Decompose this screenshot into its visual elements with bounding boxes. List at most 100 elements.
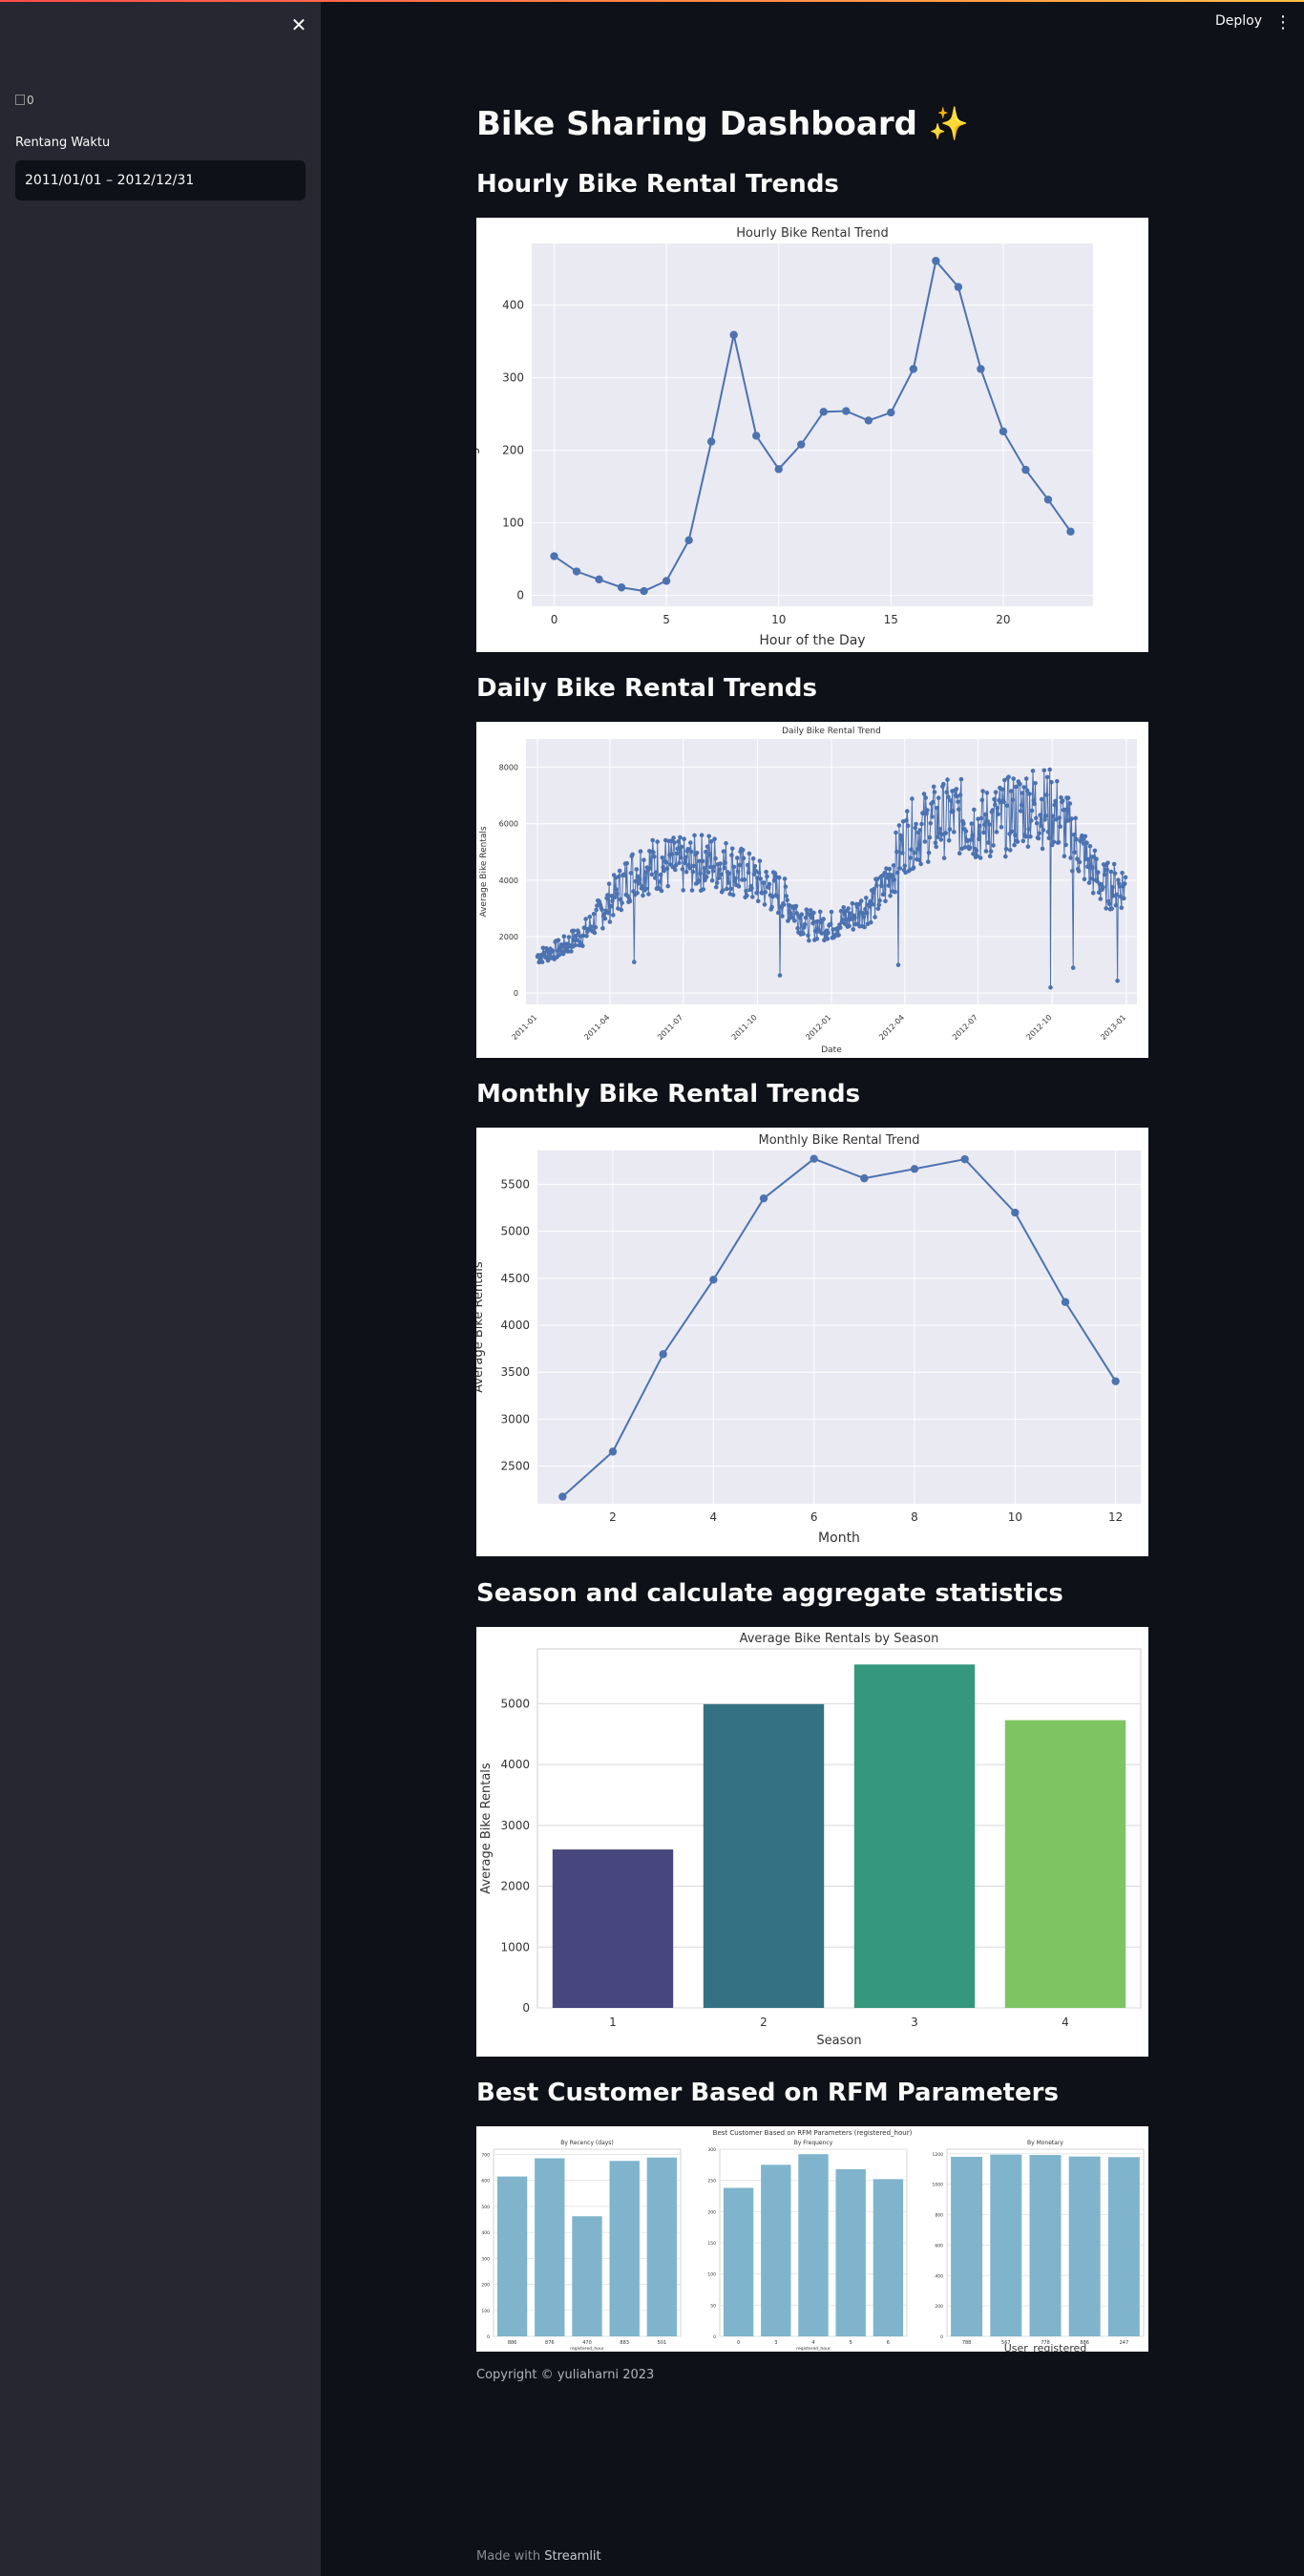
data-point — [713, 855, 718, 861]
data-point — [572, 567, 581, 576]
data-point — [719, 872, 724, 876]
y-tick-label: 4500 — [500, 1272, 530, 1285]
data-point — [767, 881, 772, 887]
data-point — [797, 440, 806, 449]
data-point — [658, 879, 663, 884]
data-point — [842, 407, 851, 415]
data-point — [814, 936, 820, 941]
data-point — [972, 807, 977, 813]
close-sidebar-button[interactable]: ✕ — [287, 13, 310, 36]
data-point — [610, 898, 615, 903]
data-point — [781, 902, 787, 907]
y-tick-label: 8000 — [499, 764, 518, 772]
data-point — [634, 867, 640, 872]
data-point — [923, 795, 928, 800]
data-point — [733, 876, 738, 881]
data-point — [1043, 813, 1048, 818]
data-point — [720, 888, 726, 893]
data-point — [742, 876, 747, 882]
streamlit-link[interactable]: Streamlit — [544, 2549, 600, 2564]
y-tick-label: 4000 — [500, 1319, 530, 1332]
y-tick-label: 400 — [935, 2273, 943, 2279]
data-point — [587, 915, 593, 919]
data-point — [784, 894, 789, 898]
data-point — [977, 836, 981, 842]
x-tick-label: 6 — [810, 1510, 818, 1524]
data-point — [894, 849, 899, 855]
data-point — [671, 835, 676, 840]
data-point — [684, 869, 689, 875]
data-point — [810, 1154, 818, 1163]
y-tick-label: 0 — [514, 989, 518, 998]
data-point — [1094, 856, 1099, 862]
x-tick-label: 3 — [911, 2016, 918, 2029]
data-point — [690, 869, 696, 875]
data-point — [1053, 798, 1058, 804]
data-point — [556, 938, 561, 942]
data-point — [756, 871, 762, 876]
data-point — [539, 960, 545, 964]
data-point — [986, 840, 991, 845]
data-point — [589, 924, 594, 929]
data-point — [1114, 892, 1119, 897]
data-point — [702, 866, 706, 871]
data-point — [687, 866, 692, 871]
data-point — [593, 925, 599, 930]
x-tick-label: 247 — [1120, 2340, 1129, 2346]
data-point — [683, 860, 687, 866]
data-point — [1119, 905, 1125, 910]
data-point — [661, 864, 665, 870]
data-point — [841, 905, 846, 910]
data-point — [1010, 797, 1016, 803]
deploy-button[interactable]: Deploy — [1208, 10, 1270, 32]
data-point — [1084, 840, 1089, 845]
hourly-chart: 0 100 200 300 400 0 5 10 15 20 Hourly Bike Rental … — [476, 226, 1093, 648]
data-point — [1068, 855, 1073, 860]
section-heading-season: Season and calculate aggregate statistic… — [476, 1579, 1063, 1608]
data-point — [1058, 824, 1062, 829]
data-point — [724, 840, 728, 846]
section-heading-hourly: Hourly Bike Rental Trends — [476, 170, 839, 199]
x-axis-label: User_registered — [1004, 2342, 1087, 2352]
data-point — [1104, 867, 1109, 873]
data-point — [1109, 906, 1114, 912]
data-point — [987, 822, 992, 827]
data-point — [752, 432, 761, 440]
y-tick-label: 2000 — [499, 933, 518, 941]
x-tick-label: 4 — [1062, 2016, 1069, 2029]
data-point — [894, 870, 900, 876]
data-point — [925, 808, 930, 813]
date-range-input[interactable]: 2011/01/01 – 2012/12/31 — [15, 160, 305, 201]
data-point — [740, 848, 746, 853]
data-point — [872, 886, 876, 892]
data-point — [862, 924, 867, 930]
data-point — [995, 806, 1000, 811]
plot-area — [537, 1151, 1141, 1504]
panel-title: By Recency (days) — [560, 2140, 614, 2146]
data-point — [895, 962, 901, 967]
page-title: Bike Sharing Dashboard ✨ — [476, 105, 970, 143]
section-heading-monthly: Monthly Bike Rental Trends — [476, 1080, 861, 1109]
data-point — [877, 897, 882, 903]
data-point — [909, 365, 918, 373]
data-point — [793, 903, 799, 909]
data-point — [777, 973, 783, 978]
section-heading-rfm: Best Customer Based on RFM Parameters — [476, 2079, 1059, 2107]
data-point — [765, 874, 769, 879]
data-point — [979, 797, 985, 803]
data-point — [826, 930, 831, 936]
data-point — [946, 837, 952, 843]
x-tick-label: 20 — [996, 613, 1010, 626]
data-point — [674, 851, 680, 856]
x-tick-label: 501 — [658, 2340, 667, 2346]
data-point — [886, 883, 892, 888]
data-point — [994, 830, 999, 834]
data-point — [891, 863, 896, 868]
data-point — [591, 912, 597, 917]
data-point — [726, 871, 732, 876]
data-point — [1020, 838, 1026, 844]
data-point — [860, 911, 866, 916]
x-tick-label: 4 — [710, 1510, 718, 1524]
main-menu-button[interactable]: ⋮ — [1273, 11, 1293, 34]
y-tick-label: 100 — [502, 517, 524, 530]
